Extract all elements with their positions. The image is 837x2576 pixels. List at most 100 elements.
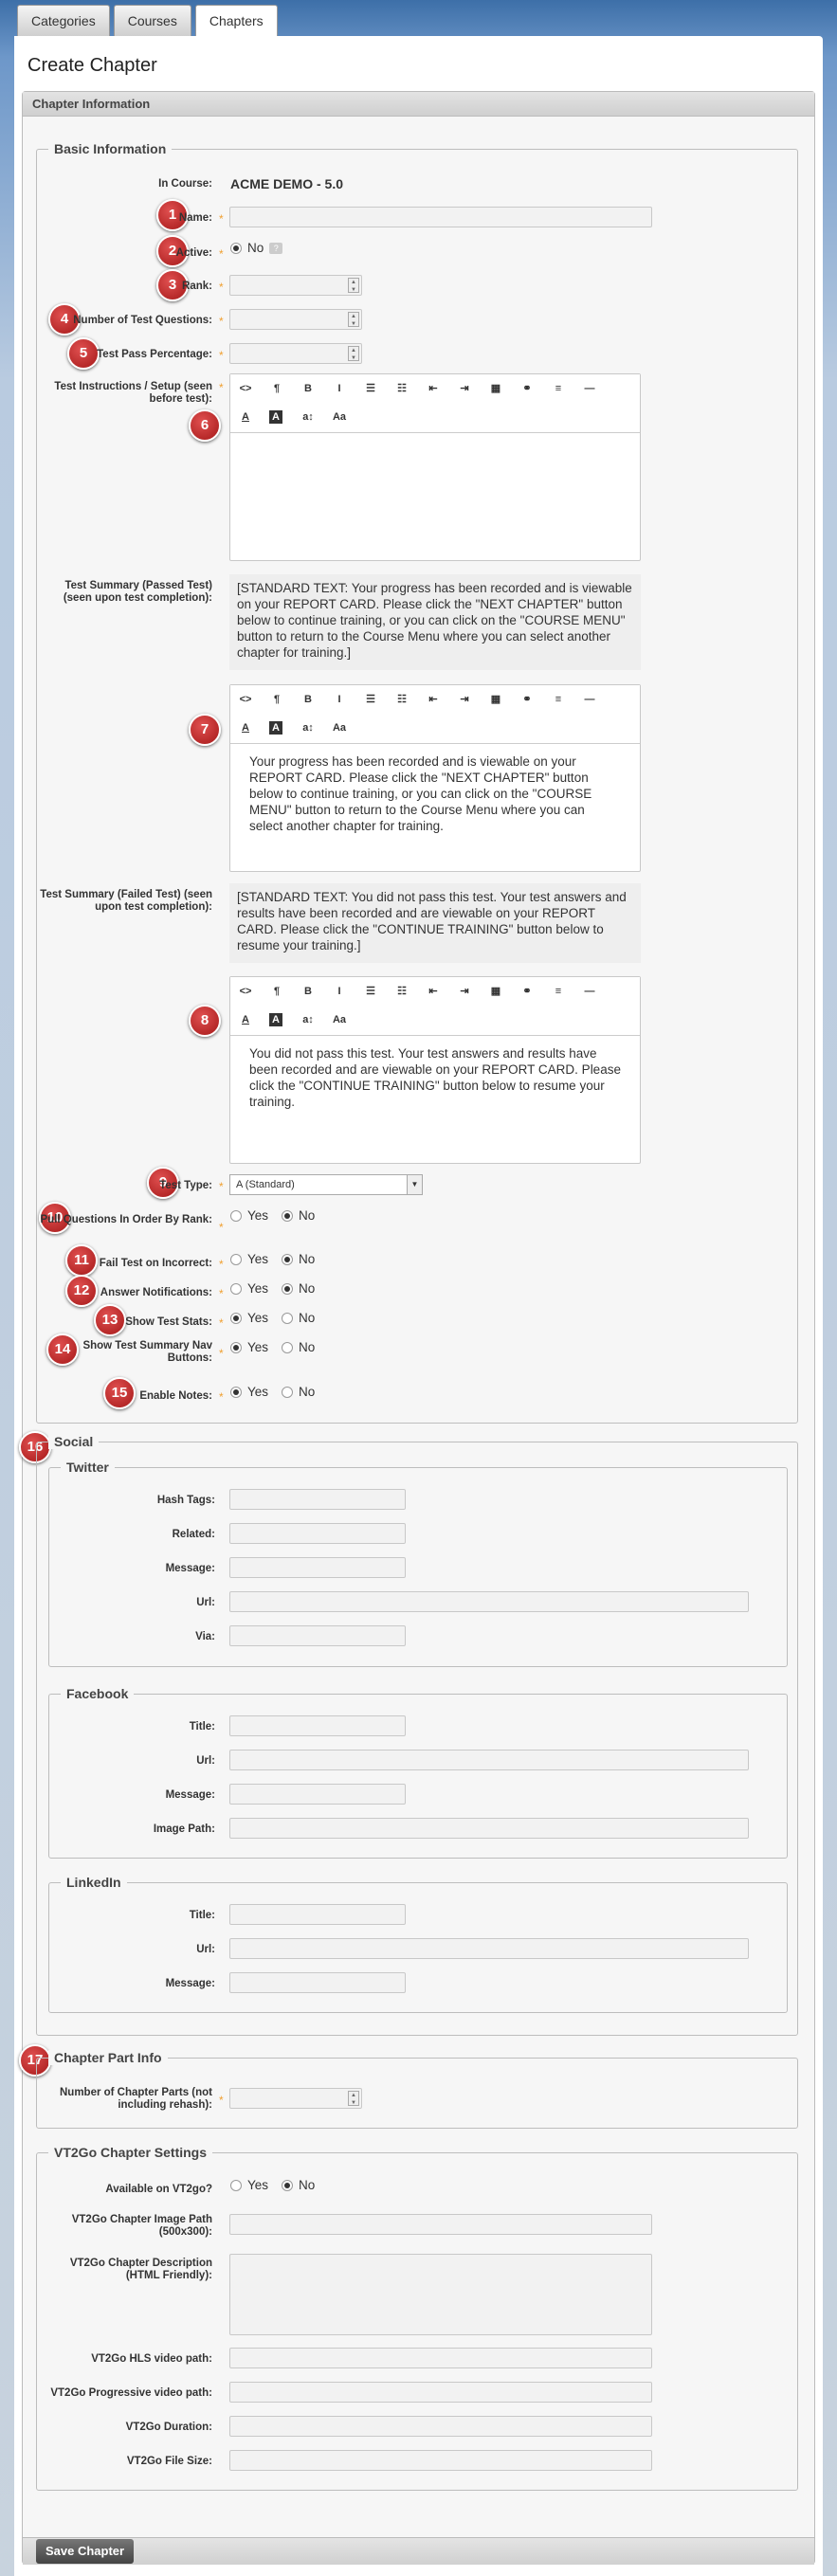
font-family-icon[interactable]: Aa [330, 408, 349, 426]
font-color-icon[interactable]: A [236, 719, 255, 736]
code-view-icon[interactable]: <> [236, 380, 255, 397]
font-family-icon[interactable]: Aa [330, 719, 349, 736]
font-size-icon[interactable]: a↕ [299, 1011, 318, 1028]
bold-icon[interactable]: B [299, 983, 318, 1000]
vt2go-yes-radio[interactable] [230, 2179, 242, 2191]
bold-icon[interactable]: B [299, 380, 318, 397]
twitter-url-input[interactable] [229, 1591, 749, 1612]
indent-icon[interactable]: ⇥ [455, 983, 474, 1000]
hashtags-input[interactable] [229, 1489, 406, 1510]
paragraph-icon[interactable]: ¶ [267, 983, 286, 1000]
bullet-list-icon[interactable]: ☰ [361, 691, 380, 708]
test-type-select[interactable]: A (Standard) ▼ [229, 1174, 423, 1195]
answer-no-radio[interactable] [282, 1282, 294, 1295]
fail-no-radio[interactable] [282, 1253, 294, 1265]
link-icon[interactable]: ⚭ [518, 983, 537, 1000]
font-color-icon[interactable]: A [236, 408, 255, 426]
pass-pct-stepper[interactable]: ▲ ▼ [229, 343, 362, 364]
tab-courses[interactable]: Courses [113, 5, 191, 36]
twitter-message-input[interactable] [229, 1557, 406, 1578]
font-size-icon[interactable]: a↕ [299, 408, 318, 426]
chapter-parts-stepper[interactable]: ▲ ▼ [229, 2088, 362, 2109]
indent-icon[interactable]: ⇥ [455, 691, 474, 708]
nav-yes-radio[interactable] [230, 1341, 242, 1353]
outdent-icon[interactable]: ⇤ [424, 691, 443, 708]
outdent-icon[interactable]: ⇤ [424, 983, 443, 1000]
numbered-list-icon[interactable]: ☷ [392, 983, 411, 1000]
align-icon[interactable]: ≡ [549, 691, 568, 708]
pull-yes-radio[interactable] [230, 1209, 242, 1222]
notes-no-radio[interactable] [282, 1386, 294, 1398]
table-icon[interactable]: ▦ [486, 983, 505, 1000]
font-family-icon[interactable]: Aa [330, 1011, 349, 1028]
help-icon[interactable]: ? [269, 242, 283, 254]
italic-icon[interactable]: I [330, 380, 349, 397]
indent-icon[interactable]: ⇥ [455, 380, 474, 397]
stepper-arrows-icon[interactable]: ▲ ▼ [348, 346, 359, 361]
save-chapter-button[interactable]: Save Chapter [36, 2539, 135, 2564]
via-input[interactable] [229, 1625, 406, 1646]
notes-yes-radio[interactable] [230, 1386, 242, 1398]
tab-categories[interactable]: Categories [17, 5, 110, 36]
stats-yes-radio[interactable] [230, 1312, 242, 1324]
table-icon[interactable]: ▦ [486, 380, 505, 397]
italic-icon[interactable]: I [330, 691, 349, 708]
nav-no-radio[interactable] [282, 1341, 294, 1353]
vt2go-image-input[interactable] [229, 2214, 652, 2235]
vt2go-progressive-input[interactable] [229, 2382, 652, 2403]
image-path-input[interactable] [229, 1818, 749, 1839]
horizontal-rule-icon[interactable]: — [580, 983, 599, 1000]
chevron-down-icon[interactable]: ▼ [407, 1175, 422, 1194]
vt2go-hls-input[interactable] [229, 2348, 652, 2368]
numbered-list-icon[interactable]: ☷ [392, 380, 411, 397]
stepper-arrows-icon[interactable]: ▲ ▼ [348, 312, 359, 327]
code-view-icon[interactable]: <> [236, 691, 255, 708]
rank-stepper[interactable]: ▲ ▼ [229, 275, 362, 296]
background-color-icon[interactable]: A [269, 410, 282, 424]
num-questions-stepper[interactable]: ▲ ▼ [229, 309, 362, 330]
background-color-icon[interactable]: A [269, 721, 282, 735]
italic-icon[interactable]: I [330, 983, 349, 1000]
code-view-icon[interactable]: <> [236, 983, 255, 1000]
linkedin-title-input[interactable] [229, 1904, 406, 1925]
vt2go-duration-input[interactable] [229, 2416, 652, 2437]
bullet-list-icon[interactable]: ☰ [361, 380, 380, 397]
answer-yes-radio[interactable] [230, 1282, 242, 1295]
fail-yes-radio[interactable] [230, 1253, 242, 1265]
paragraph-icon[interactable]: ¶ [267, 380, 286, 397]
instructions-editor[interactable]: <> ¶ B I ☰ ☷ ⇤ ⇥ ▦ ⚭ ≡ — A A a↕ Aa [229, 373, 641, 561]
instructions-editor-body[interactable] [230, 433, 640, 452]
pull-no-radio[interactable] [282, 1209, 294, 1222]
summary-passed-editor[interactable]: <> ¶ B I ☰ ☷ ⇤ ⇥ ▦ ⚭ ≡ — A A a↕ Aa Your … [229, 684, 641, 872]
link-icon[interactable]: ⚭ [518, 691, 537, 708]
active-no-radio[interactable] [230, 242, 242, 254]
align-icon[interactable]: ≡ [549, 983, 568, 1000]
horizontal-rule-icon[interactable]: — [580, 691, 599, 708]
background-color-icon[interactable]: A [269, 1013, 282, 1026]
bold-icon[interactable]: B [299, 691, 318, 708]
facebook-url-input[interactable] [229, 1750, 749, 1770]
stepper-arrows-icon[interactable]: ▲ ▼ [348, 2091, 359, 2106]
related-input[interactable] [229, 1523, 406, 1544]
vt2go-filesize-input[interactable] [229, 2450, 652, 2471]
vt2go-no-radio[interactable] [282, 2179, 294, 2191]
tab-chapters[interactable]: Chapters [194, 5, 278, 39]
numbered-list-icon[interactable]: ☷ [392, 691, 411, 708]
bullet-list-icon[interactable]: ☰ [361, 983, 380, 1000]
summary-failed-editor-body[interactable]: You did not pass this test. Your test an… [230, 1036, 640, 1119]
outdent-icon[interactable]: ⇤ [424, 380, 443, 397]
facebook-title-input[interactable] [229, 1715, 406, 1736]
font-color-icon[interactable]: A [236, 1011, 255, 1028]
stats-no-radio[interactable] [282, 1312, 294, 1324]
font-size-icon[interactable]: a↕ [299, 719, 318, 736]
facebook-message-input[interactable] [229, 1784, 406, 1805]
linkedin-message-input[interactable] [229, 1972, 406, 1993]
vt2go-desc-textarea[interactable] [229, 2254, 652, 2335]
linkedin-url-input[interactable] [229, 1938, 749, 1959]
stepper-arrows-icon[interactable]: ▲ ▼ [348, 278, 359, 293]
paragraph-icon[interactable]: ¶ [267, 691, 286, 708]
align-icon[interactable]: ≡ [549, 380, 568, 397]
link-icon[interactable]: ⚭ [518, 380, 537, 397]
summary-failed-editor[interactable]: <> ¶ B I ☰ ☷ ⇤ ⇥ ▦ ⚭ ≡ — A A a↕ Aa You d… [229, 976, 641, 1164]
name-input[interactable] [229, 207, 652, 227]
